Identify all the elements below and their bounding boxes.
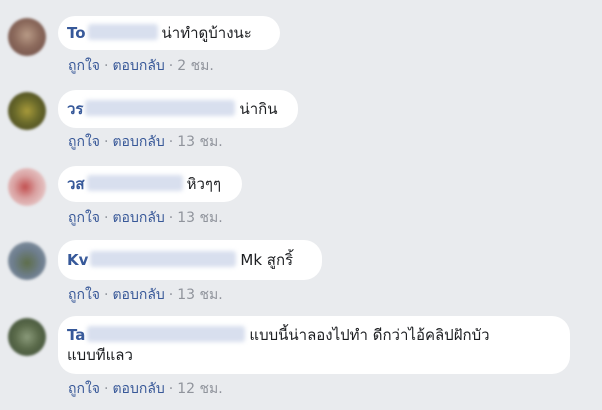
comment-author[interactable]: Kv [67,251,88,269]
comment-author[interactable]: To [67,24,86,42]
separator-dot: · [168,58,174,74]
separator-dot: · [168,134,174,150]
comment-actions: ถูกใจ · ตอบกลับ · 2 ชม. [68,55,214,77]
avatar[interactable] [8,92,46,130]
comment-text: Mk สูกริ้ [240,251,294,269]
comment-actions: ถูกใจ · ตอบกลับ · 13 ชม. [68,207,223,229]
separator-dot: · [104,287,109,303]
comment-bubble: To น่าทำดูบ้างนะ [58,16,280,50]
comment-timestamp[interactable]: 2 ชม. [177,58,214,74]
comment-author[interactable]: วส [67,175,85,193]
reply-link[interactable]: ตอบกลับ [112,287,164,303]
comment-bubble: Ta แบบนี้น่าลองไปทำ ดีกว่าไอ้คลิปฝักบัว แ… [58,316,570,374]
reply-link[interactable]: ตอบกลับ [112,134,164,150]
redacted-name [87,326,246,342]
redacted-name [86,175,183,191]
comment-timestamp[interactable]: 13 ชม. [177,210,222,226]
separator-dot: · [104,381,109,397]
like-link[interactable]: ถูกใจ [68,381,100,397]
avatar[interactable] [8,168,46,206]
comment-bubble: วส หิวๆๆ [58,166,242,202]
redacted-name [85,100,236,116]
like-link[interactable]: ถูกใจ [68,287,100,303]
separator-dot: · [104,134,109,150]
comment-text-line-2: แบบทีแลว [67,346,133,364]
comment-timestamp[interactable]: 13 ชม. [177,134,222,150]
comment-text: น่ากิน [239,100,278,118]
comment-timestamp[interactable]: 13 ชม. [177,287,222,303]
reply-link[interactable]: ตอบกลับ [112,210,164,226]
redacted-name [90,251,237,267]
comment-timestamp[interactable]: 12 ชม. [177,381,222,397]
redacted-name [87,24,158,40]
comment-actions: ถูกใจ · ตอบกลับ · 13 ชม. [68,131,223,153]
separator-dot: · [104,58,109,74]
avatar[interactable] [8,318,46,356]
separator-dot: · [168,381,174,397]
avatar[interactable] [8,18,46,56]
like-link[interactable]: ถูกใจ [68,134,100,150]
comment-actions: ถูกใจ · ตอบกลับ · 13 ชม. [68,284,223,306]
separator-dot: · [168,210,174,226]
comment-text: น่าทำดูบ้างนะ [161,24,252,42]
comment-text: หิวๆๆ [186,175,222,193]
comment-line: แบบทีแลว [67,345,558,365]
comment-text-line-1: แบบนี้น่าลองไปทำ ดีกว่าไอ้คลิปฝักบัว [249,326,490,344]
avatar[interactable] [8,242,46,280]
comment-actions: ถูกใจ · ตอบกลับ · 12 ชม. [68,378,223,400]
comment-author[interactable]: Ta [67,326,85,344]
separator-dot: · [104,210,109,226]
reply-link[interactable]: ตอบกลับ [112,58,164,74]
like-link[interactable]: ถูกใจ [68,58,100,74]
like-link[interactable]: ถูกใจ [68,210,100,226]
comment-bubble: Kv Mk สูกริ้ [58,240,322,280]
comment-list: To น่าทำดูบ้างนะ ถูกใจ · ตอบกลับ · 2 ชม. วร น่… [0,0,602,410]
comment-bubble: วร น่ากิน [58,90,298,128]
separator-dot: · [168,287,174,303]
reply-link[interactable]: ตอบกลับ [112,381,164,397]
comment-author[interactable]: วร [67,100,83,118]
comment-line: Ta แบบนี้น่าลองไปทำ ดีกว่าไอ้คลิปฝักบัว [67,325,558,345]
